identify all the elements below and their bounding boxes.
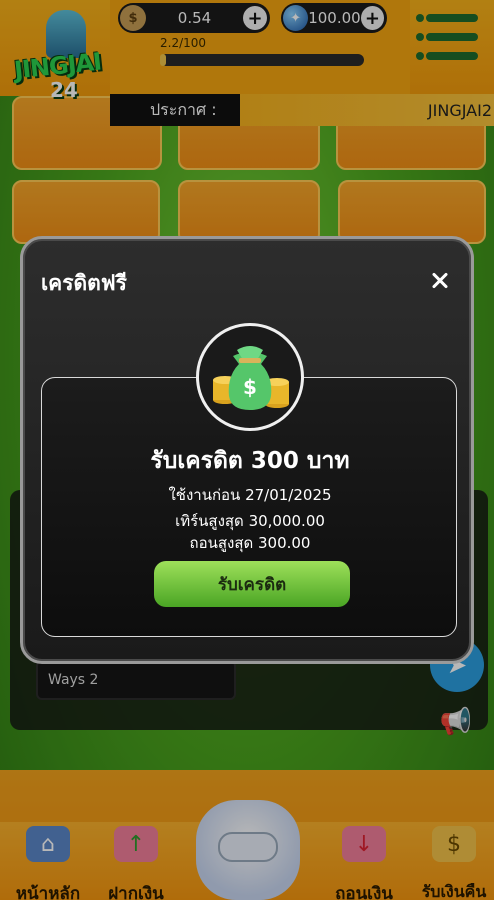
expiry-date: ใช้งานก่อน 27/01/2025 bbox=[168, 486, 332, 504]
modal-title: เครดิตฟรี bbox=[41, 271, 127, 295]
claim-credit-button[interactable]: รับเครดิต bbox=[154, 561, 350, 607]
reward-title: รับเครดิต 300 บาท bbox=[150, 448, 350, 474]
close-button[interactable] bbox=[425, 265, 455, 295]
turnover-max: เทิร์นสูงสุด 30,000.00 bbox=[175, 512, 325, 530]
withdraw-max: ถอนสูงสุด 300.00 bbox=[189, 534, 311, 552]
money-bag-icon: $ bbox=[196, 323, 304, 431]
dollar-sign: $ bbox=[243, 375, 257, 399]
free-credit-modal: เครดิตฟรี $ รับเครดิต 300 บาท ใช้งานก่อน… bbox=[20, 236, 474, 664]
